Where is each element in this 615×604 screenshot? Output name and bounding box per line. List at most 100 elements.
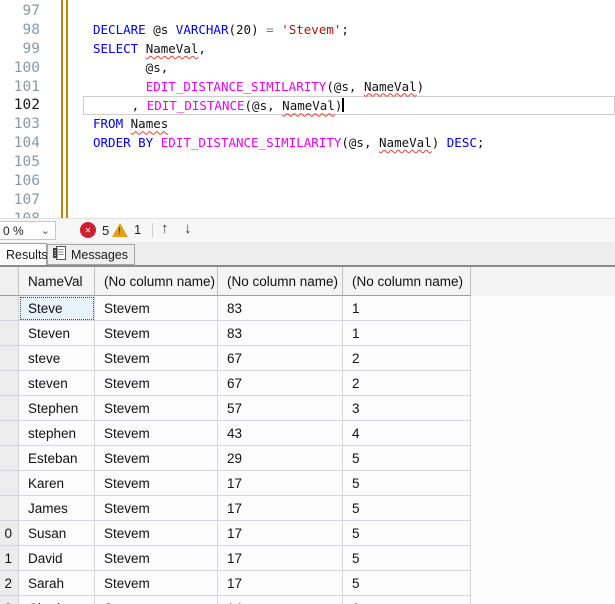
error-icon: ✕ xyxy=(80,222,96,238)
grid-cell[interactable]: 4 xyxy=(343,421,471,446)
code-line[interactable]: DECLARE @s VARCHAR(20) = 'Stevem'; xyxy=(83,21,615,40)
grid-cell[interactable]: Stephen xyxy=(19,396,95,421)
next-error-button[interactable]: ↓ xyxy=(184,220,192,237)
grid-cell[interactable]: Karen xyxy=(19,471,95,496)
row-header[interactable] xyxy=(0,421,19,446)
grid-cell[interactable]: Stevem xyxy=(95,571,218,596)
grid-cell[interactable]: 57 xyxy=(218,396,343,421)
grid-cell[interactable]: 5 xyxy=(343,571,471,596)
grid-cell[interactable]: 2 xyxy=(343,346,471,371)
code-line[interactable]: FROM Names xyxy=(83,115,615,134)
table-row: steven Stevem 67 2 xyxy=(0,371,615,396)
error-count-button[interactable]: ✕ 5 xyxy=(80,222,109,238)
line-number: 102 xyxy=(13,97,40,114)
grid-cell[interactable]: Stevem xyxy=(95,521,218,546)
grid-cell[interactable]: steven xyxy=(19,371,95,396)
grid-cell[interactable]: 6 xyxy=(343,596,471,604)
grid-cell[interactable]: 67 xyxy=(218,346,343,371)
results-grid: NameVal (No column name) (No column name)(… xyxy=(0,265,615,604)
grid-cell[interactable]: 5 xyxy=(343,446,471,471)
grid-cell[interactable]: Steven xyxy=(19,321,95,346)
grid-cell[interactable]: 83 xyxy=(218,296,343,321)
code-line[interactable]: EDIT_DISTANCE_SIMILARITY(@s, NameVal) xyxy=(83,78,615,97)
grid-cell[interactable]: Stevem xyxy=(95,496,218,521)
grid-cell[interactable]: Stevem xyxy=(95,346,218,371)
row-header[interactable]: 3 xyxy=(0,596,19,604)
tab-messages[interactable]: Messages xyxy=(47,244,135,265)
code-line[interactable] xyxy=(83,191,615,210)
code-line[interactable]: @s, xyxy=(83,59,615,78)
column-header-0[interactable]: NameVal xyxy=(19,267,95,296)
row-header[interactable] xyxy=(0,446,19,471)
grid-cell[interactable]: Stevem xyxy=(95,596,218,604)
code-line[interactable]: SELECT NameVal, xyxy=(83,40,615,59)
row-header[interactable] xyxy=(0,371,19,396)
grid-cell[interactable]: Esteban xyxy=(19,446,95,471)
grid-cell[interactable]: 17 xyxy=(218,571,343,596)
row-header[interactable] xyxy=(0,296,19,321)
selected-cell[interactable]: Steve xyxy=(19,296,95,321)
grid-cell[interactable]: Stevem xyxy=(95,421,218,446)
grid-cell[interactable]: 29 xyxy=(218,446,343,471)
grid-cell[interactable]: stephen xyxy=(19,421,95,446)
zoom-level-dropdown[interactable]: 0 % ⌄ xyxy=(0,221,56,240)
grid-corner-cell[interactable] xyxy=(0,267,19,296)
grid-cell[interactable]: 14 xyxy=(218,596,343,604)
grid-cell[interactable]: Sarah xyxy=(19,571,95,596)
grid-cell[interactable]: Susan xyxy=(19,521,95,546)
grid-cell[interactable]: 5 xyxy=(343,496,471,521)
code-line[interactable] xyxy=(83,172,615,191)
grid-cell[interactable]: 5 xyxy=(343,471,471,496)
tab-results[interactable]: Results xyxy=(0,243,48,265)
row-filler xyxy=(471,296,615,321)
grid-cell[interactable]: Stevem xyxy=(95,321,218,346)
grid-cell[interactable]: 17 xyxy=(218,471,343,496)
column-header-2[interactable]: (No column name) xyxy=(218,267,343,296)
grid-cell[interactable]: steve xyxy=(19,346,95,371)
grid-cell[interactable]: David xyxy=(19,546,95,571)
grid-cell[interactable]: Stevem xyxy=(95,546,218,571)
grid-cell[interactable]: Stevem xyxy=(95,296,218,321)
column-header-1[interactable]: (No column name) xyxy=(95,267,218,296)
grid-cell[interactable]: 1 xyxy=(343,296,471,321)
row-header[interactable]: 2 xyxy=(0,571,19,596)
grid-cell[interactable]: 5 xyxy=(343,546,471,571)
grid-cell[interactable]: 2 xyxy=(343,371,471,396)
grid-cell[interactable]: 67 xyxy=(218,371,343,396)
row-header[interactable] xyxy=(0,496,19,521)
row-header[interactable] xyxy=(0,471,19,496)
row-header[interactable] xyxy=(0,396,19,421)
grid-cell[interactable]: Charles xyxy=(19,596,95,604)
sql-editor[interactable]: 97 98 99 100 101 102 103 104 105 106107 108 DECLAR… xyxy=(0,0,615,218)
code-area[interactable]: DECLARE @s VARCHAR(20) = 'Stevem'; SELECT… xyxy=(83,2,615,218)
grid-cell[interactable]: Stevem xyxy=(95,371,218,396)
column-header-3[interactable]: (No column name) xyxy=(343,267,471,296)
grid-cell[interactable]: Stevem xyxy=(95,471,218,496)
grid-cell[interactable]: 5 xyxy=(343,521,471,546)
grid-cell[interactable]: Stevem xyxy=(95,446,218,471)
grid-cell[interactable]: 43 xyxy=(218,421,343,446)
code-line[interactable] xyxy=(83,210,615,218)
grid-cell[interactable]: 17 xyxy=(218,521,343,546)
code-line[interactable]: ORDER BY EDIT_DISTANCE_SIMILARITY(@s, Na… xyxy=(83,134,615,153)
row-header[interactable] xyxy=(0,346,19,371)
grid-cell[interactable]: James xyxy=(19,496,95,521)
grid-cell[interactable]: 3 xyxy=(343,396,471,421)
grid-cell[interactable]: Stevem xyxy=(95,396,218,421)
row-filler xyxy=(471,596,615,604)
code-line[interactable]: , EDIT_DISTANCE(@s, NameVal) xyxy=(83,96,615,116)
grid-cell[interactable]: 17 xyxy=(218,546,343,571)
table-row: 0 Susan Stevem 17 5 xyxy=(0,521,615,546)
grid-cell[interactable]: 17 xyxy=(218,496,343,521)
row-header[interactable] xyxy=(0,321,19,346)
grid-cell[interactable]: 1 xyxy=(343,321,471,346)
warning-count-button[interactable]: ! 1 xyxy=(112,222,141,237)
table-row: 2 Sarah Stevem 17 5 xyxy=(0,571,615,596)
table-row: Steven Stevem 83 1 xyxy=(0,321,615,346)
code-line[interactable] xyxy=(83,2,615,21)
row-header[interactable]: 0 xyxy=(0,521,19,546)
grid-cell[interactable]: 83 xyxy=(218,321,343,346)
row-header[interactable]: 1 xyxy=(0,546,19,571)
previous-error-button[interactable]: ↑ xyxy=(161,220,169,237)
code-line[interactable] xyxy=(83,153,615,172)
